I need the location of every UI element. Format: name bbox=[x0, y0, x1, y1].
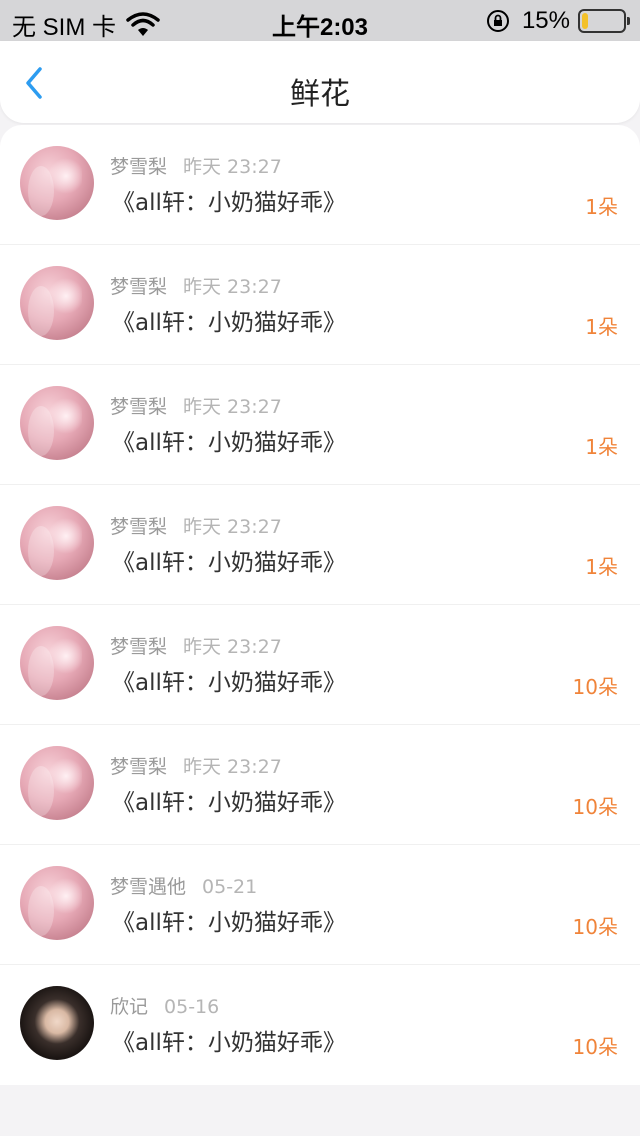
sender-name-text: 梦雪梨 bbox=[110, 396, 168, 418]
sender-name-text: 梦雪梨 bbox=[110, 276, 168, 298]
work-title: 《all轩：小奶猫好乖》 bbox=[112, 1030, 346, 1056]
battery-icon bbox=[578, 9, 630, 33]
list-item[interactable]: 欣记 05-16 《all轩：小奶猫好乖》 10朵 bbox=[0, 965, 640, 1085]
avatar[interactable] bbox=[20, 986, 94, 1060]
sender-name-text: 欣记 bbox=[110, 996, 149, 1018]
timestamp: 05-21 bbox=[202, 876, 258, 898]
list-item[interactable]: 梦雪梨 昨天 23:27 《all轩：小奶猫好乖》 1朵 bbox=[0, 245, 640, 365]
avatar[interactable] bbox=[20, 626, 94, 700]
list-item[interactable]: 梦雪梨 昨天 23:27 《all轩：小奶猫好乖》 1朵 bbox=[0, 125, 640, 245]
sender-name: 欣记 05-16 bbox=[110, 992, 219, 1019]
sender-name: 梦雪遇他 05-21 bbox=[110, 872, 257, 899]
avatar[interactable] bbox=[20, 146, 94, 220]
sender-name-text: 梦雪梨 bbox=[110, 756, 168, 778]
flower-count: 10朵 bbox=[572, 675, 618, 699]
timestamp: 昨天 23:27 bbox=[183, 396, 282, 418]
sender-name: 梦雪梨 昨天 23:27 bbox=[110, 752, 282, 779]
flower-list: 梦雪梨 昨天 23:27 《all轩：小奶猫好乖》 1朵 梦雪梨 昨天 23:27 《all… bbox=[0, 125, 640, 1085]
page-title: 鲜花 bbox=[290, 77, 350, 112]
sender-name: 梦雪梨 昨天 23:27 bbox=[110, 632, 282, 659]
sender-name-text: 梦雪梨 bbox=[110, 516, 168, 538]
work-title: 《all轩：小奶猫好乖》 bbox=[112, 910, 346, 936]
sender-name: 梦雪梨 昨天 23:27 bbox=[110, 512, 282, 539]
sender-name-text: 梦雪遇他 bbox=[110, 876, 187, 898]
status-right: 15% bbox=[486, 7, 630, 35]
list-item[interactable]: 梦雪梨 昨天 23:27 《all轩：小奶猫好乖》 1朵 bbox=[0, 365, 640, 485]
status-bar: 无 SIM 卡 上午2:03 15% bbox=[0, 0, 640, 41]
avatar[interactable] bbox=[20, 866, 94, 940]
rotation-lock-icon bbox=[486, 10, 509, 32]
avatar[interactable] bbox=[20, 746, 94, 820]
flower-count: 10朵 bbox=[572, 1035, 618, 1059]
timestamp: 昨天 23:27 bbox=[183, 156, 282, 178]
work-title: 《all轩：小奶猫好乖》 bbox=[112, 790, 346, 816]
timestamp: 昨天 23:27 bbox=[183, 756, 282, 778]
list-item[interactable]: 梦雪梨 昨天 23:27 《all轩：小奶猫好乖》 1朵 bbox=[0, 485, 640, 605]
list-item[interactable]: 梦雪梨 昨天 23:27 《all轩：小奶猫好乖》 10朵 bbox=[0, 725, 640, 845]
sender-name: 梦雪梨 昨天 23:27 bbox=[110, 392, 282, 419]
flower-count: 1朵 bbox=[585, 435, 618, 459]
flower-count: 1朵 bbox=[585, 555, 618, 579]
list-item[interactable]: 梦雪梨 昨天 23:27 《all轩：小奶猫好乖》 10朵 bbox=[0, 605, 640, 725]
work-title: 《all轩：小奶猫好乖》 bbox=[112, 550, 346, 576]
timestamp: 昨天 23:27 bbox=[183, 516, 282, 538]
sender-name: 梦雪梨 昨天 23:27 bbox=[110, 152, 282, 179]
battery-fill bbox=[582, 13, 588, 29]
sender-name: 梦雪梨 昨天 23:27 bbox=[110, 272, 282, 299]
sender-name-text: 梦雪梨 bbox=[110, 156, 168, 178]
work-title: 《all轩：小奶猫好乖》 bbox=[112, 430, 346, 456]
flower-count: 1朵 bbox=[585, 315, 618, 339]
battery-percent: 15% bbox=[521, 7, 570, 34]
sender-name-text: 梦雪梨 bbox=[110, 636, 168, 658]
flower-count: 10朵 bbox=[572, 915, 618, 939]
nav-bar: 鲜花 bbox=[0, 41, 640, 123]
work-title: 《all轩：小奶猫好乖》 bbox=[112, 310, 346, 336]
avatar[interactable] bbox=[20, 506, 94, 580]
list-item[interactable]: 梦雪遇他 05-21 《all轩：小奶猫好乖》 10朵 bbox=[0, 845, 640, 965]
flower-count: 10朵 bbox=[572, 795, 618, 819]
flower-count: 1朵 bbox=[585, 195, 618, 219]
timestamp: 昨天 23:27 bbox=[183, 276, 282, 298]
timestamp: 昨天 23:27 bbox=[183, 636, 282, 658]
avatar[interactable] bbox=[20, 386, 94, 460]
work-title: 《all轩：小奶猫好乖》 bbox=[112, 190, 346, 216]
work-title: 《all轩：小奶猫好乖》 bbox=[112, 670, 346, 696]
avatar[interactable] bbox=[20, 266, 94, 340]
timestamp: 05-16 bbox=[164, 996, 220, 1018]
